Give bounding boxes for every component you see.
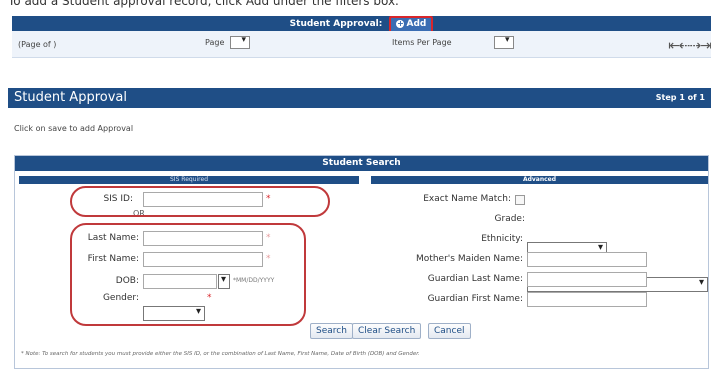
- approval-bar-title: Student Approval:: [289, 19, 383, 29]
- grade-label: Grade:: [494, 214, 525, 224]
- guardian-last-name-label: Guardian Last Name:: [427, 274, 523, 284]
- guardian-last-name-input[interactable]: [527, 272, 647, 287]
- items-per-page-select[interactable]: [493, 35, 514, 49]
- ethnicity-label: Ethnicity:: [481, 234, 523, 244]
- name-dob-highlight: [70, 223, 306, 326]
- add-button-label: Add: [406, 19, 427, 29]
- sis-id-highlight: [70, 186, 330, 217]
- mothers-maiden-name-label: Mother's Maiden Name:: [416, 254, 523, 264]
- plus-icon: +: [396, 18, 405, 28]
- page-select[interactable]: [230, 35, 250, 49]
- sis-required-header: SIS Required: [19, 176, 359, 184]
- search-button[interactable]: Search: [310, 323, 353, 339]
- items-per-page-label: Items Per Page: [392, 38, 452, 47]
- cancel-button[interactable]: Cancel: [428, 323, 471, 339]
- student-search-box: Student Search SIS Required Advanced SIS…: [14, 155, 709, 369]
- save-hint: Click on save to add Approval: [14, 124, 134, 133]
- page-of-text: (Page of ): [18, 40, 57, 49]
- exact-name-match-label: Exact Name Match:: [423, 194, 511, 204]
- exact-name-match-checkbox[interactable]: [515, 195, 525, 205]
- approval-bar: Student Approval: + Add: [12, 16, 711, 33]
- advanced-header: Advanced: [371, 176, 708, 184]
- top-instruction: To add a Student approval record, click …: [8, 0, 399, 8]
- clear-search-button[interactable]: Clear Search: [352, 323, 422, 339]
- guardian-first-name-label: Guardian First Name:: [427, 294, 523, 304]
- pager-nav-icons[interactable]: ⇤⇠⇢⇥: [668, 38, 711, 54]
- mothers-maiden-name-input[interactable]: [527, 252, 647, 267]
- step-indicator: Step 1 of 1: [655, 93, 705, 102]
- panel-title: Student Approval: [14, 90, 127, 105]
- pager-row: (Page of ) Page Items Per Page ⇤⇠⇢⇥: [12, 31, 711, 58]
- search-note: * Note: To search for students you must …: [21, 351, 420, 357]
- guardian-first-name-input[interactable]: [527, 292, 647, 307]
- student-search-title: Student Search: [15, 156, 708, 171]
- page-label: Page: [205, 38, 225, 47]
- panel-header: Student Approval Step 1 of 1: [8, 88, 711, 108]
